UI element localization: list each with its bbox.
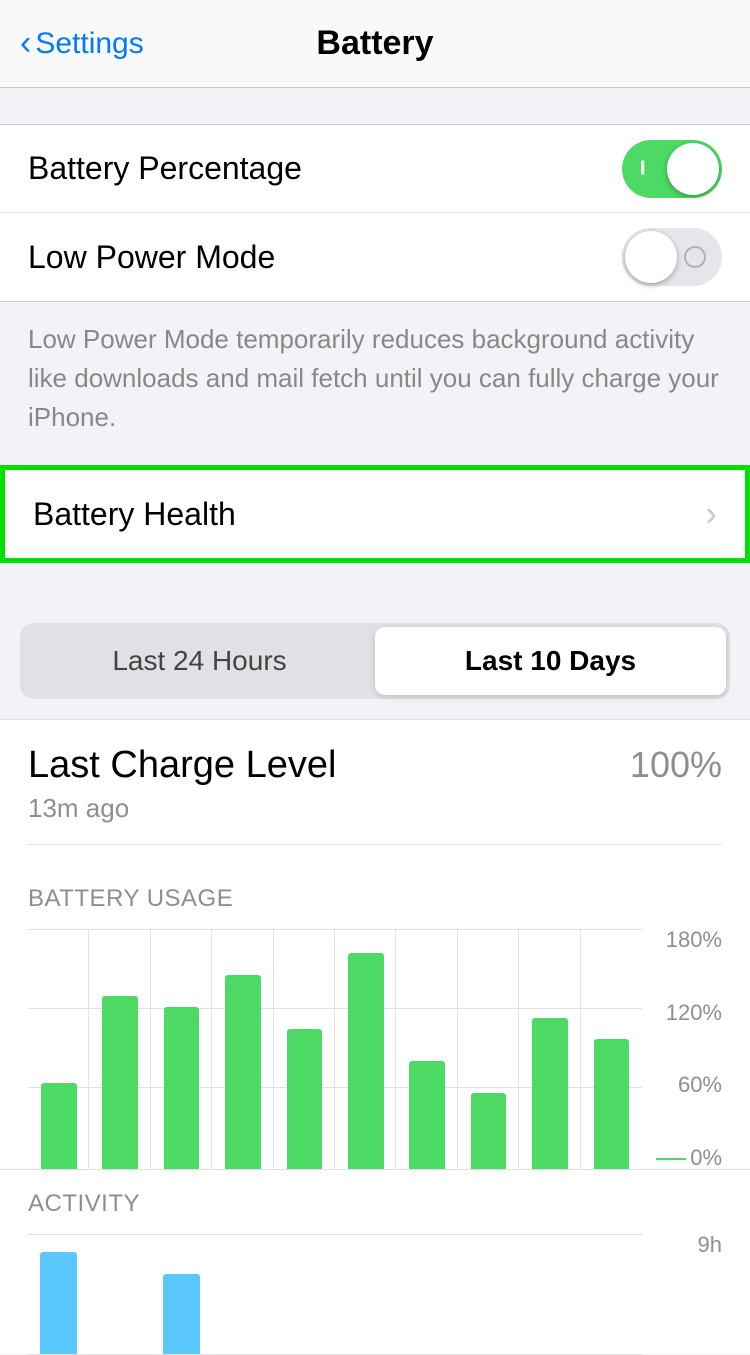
chart-y-labels: 180% 120% 60% 0% [642, 929, 722, 1169]
activity-bar-group-5 [335, 1234, 396, 1354]
chart-bars [28, 929, 642, 1169]
low-power-mode-row: Low Power Mode [0, 213, 750, 301]
activity-bar-group-9 [581, 1234, 642, 1354]
battery-health-label: Battery Health [33, 496, 236, 533]
bar-5 [348, 953, 384, 1169]
bar-group-6 [396, 929, 457, 1169]
bar-8 [532, 1018, 568, 1169]
activity-bar-group-1 [89, 1234, 150, 1354]
tab-last-10-days[interactable]: Last 10 Days [375, 627, 726, 695]
bar-1 [102, 996, 138, 1169]
low-power-mode-toggle[interactable] [622, 228, 722, 286]
activity-label: ACTIVITY [28, 1190, 722, 1218]
low-power-mode-label: Low Power Mode [28, 239, 275, 276]
section-spacer-2 [0, 563, 750, 599]
back-label: Settings [35, 27, 143, 61]
activity-bar-group-4 [274, 1234, 335, 1354]
battery-usage-chart: 180% 120% 60% 0% [28, 929, 722, 1169]
toggle-circle-icon [684, 246, 706, 268]
battery-percentage-toggle[interactable]: I [622, 140, 722, 198]
bar-2 [164, 1007, 200, 1169]
bar-group-5 [335, 929, 396, 1169]
charge-info: Last Charge Level 13m ago [28, 744, 336, 824]
bar-6 [409, 1061, 445, 1169]
bar-group-3 [212, 929, 273, 1169]
y-label-120: 120% [642, 1002, 722, 1024]
toggle-knob-off [625, 231, 677, 283]
battery-percentage-label: Battery Percentage [28, 150, 302, 187]
activity-y-labels: 9h [642, 1234, 722, 1354]
bar-9 [594, 1039, 630, 1169]
activity-y-label-9h: 9h [642, 1234, 722, 1256]
battery-health-row[interactable]: Battery Health › [5, 470, 745, 558]
charge-section: Last Charge Level 13m ago 100% [0, 719, 750, 865]
section-spacer-1 [0, 88, 750, 124]
bar-group-4 [274, 929, 335, 1169]
activity-bar-group-8 [519, 1234, 580, 1354]
usage-section: BATTERY USAGE 180% 120% 60% 0% [0, 865, 750, 1169]
activity-bars [28, 1234, 642, 1354]
charge-divider [28, 844, 722, 845]
back-chevron-icon: ‹ [20, 26, 31, 60]
bar-group-0 [28, 929, 89, 1169]
charge-title: Last Charge Level [28, 744, 336, 787]
activity-bar-2 [163, 1274, 200, 1354]
y-label-180: 180% [642, 929, 722, 951]
bar-3 [225, 975, 261, 1169]
activity-section: ACTIVITY 9h [0, 1169, 750, 1354]
bar-group-9 [581, 929, 642, 1169]
chevron-right-icon: › [706, 497, 717, 531]
y-label-0: 0% [642, 1147, 722, 1169]
bar-group-8 [519, 929, 580, 1169]
charge-row: Last Charge Level 13m ago 100% [28, 744, 722, 824]
toggle-i-icon: I [640, 157, 646, 180]
page-title: Battery [316, 24, 433, 63]
bar-group-2 [151, 929, 212, 1169]
header: ‹ Settings Battery [0, 0, 750, 88]
y-label-60: 60% [642, 1074, 722, 1096]
tabs-container: Last 24 Hours Last 10 Days [0, 599, 750, 719]
toggle-knob [667, 143, 719, 195]
activity-bar-0 [40, 1252, 77, 1354]
activity-bar-group-0 [28, 1234, 89, 1354]
charge-time-ago: 13m ago [28, 793, 336, 824]
activity-chart: 9h [28, 1234, 722, 1354]
activity-bar-group-6 [396, 1234, 457, 1354]
bar-group-7 [458, 929, 519, 1169]
activity-bar-group-2 [151, 1234, 212, 1354]
bar-group-1 [89, 929, 150, 1169]
back-button[interactable]: ‹ Settings [20, 27, 144, 61]
tab-last-24-hours[interactable]: Last 24 Hours [24, 627, 375, 695]
battery-health-group: Battery Health › [0, 465, 750, 563]
bar-4 [287, 1029, 323, 1169]
bar-7 [471, 1093, 507, 1169]
low-power-description: Low Power Mode temporarily reduces backg… [0, 302, 750, 465]
battery-settings-group: Battery Percentage I Low Power Mode [0, 124, 750, 302]
activity-bar-group-7 [458, 1234, 519, 1354]
charge-percent: 100% [630, 744, 722, 786]
battery-usage-label: BATTERY USAGE [28, 885, 722, 913]
tabs-wrapper: Last 24 Hours Last 10 Days [20, 623, 730, 699]
activity-bar-group-3 [212, 1234, 273, 1354]
battery-percentage-row: Battery Percentage I [0, 125, 750, 213]
bar-0 [41, 1083, 77, 1169]
